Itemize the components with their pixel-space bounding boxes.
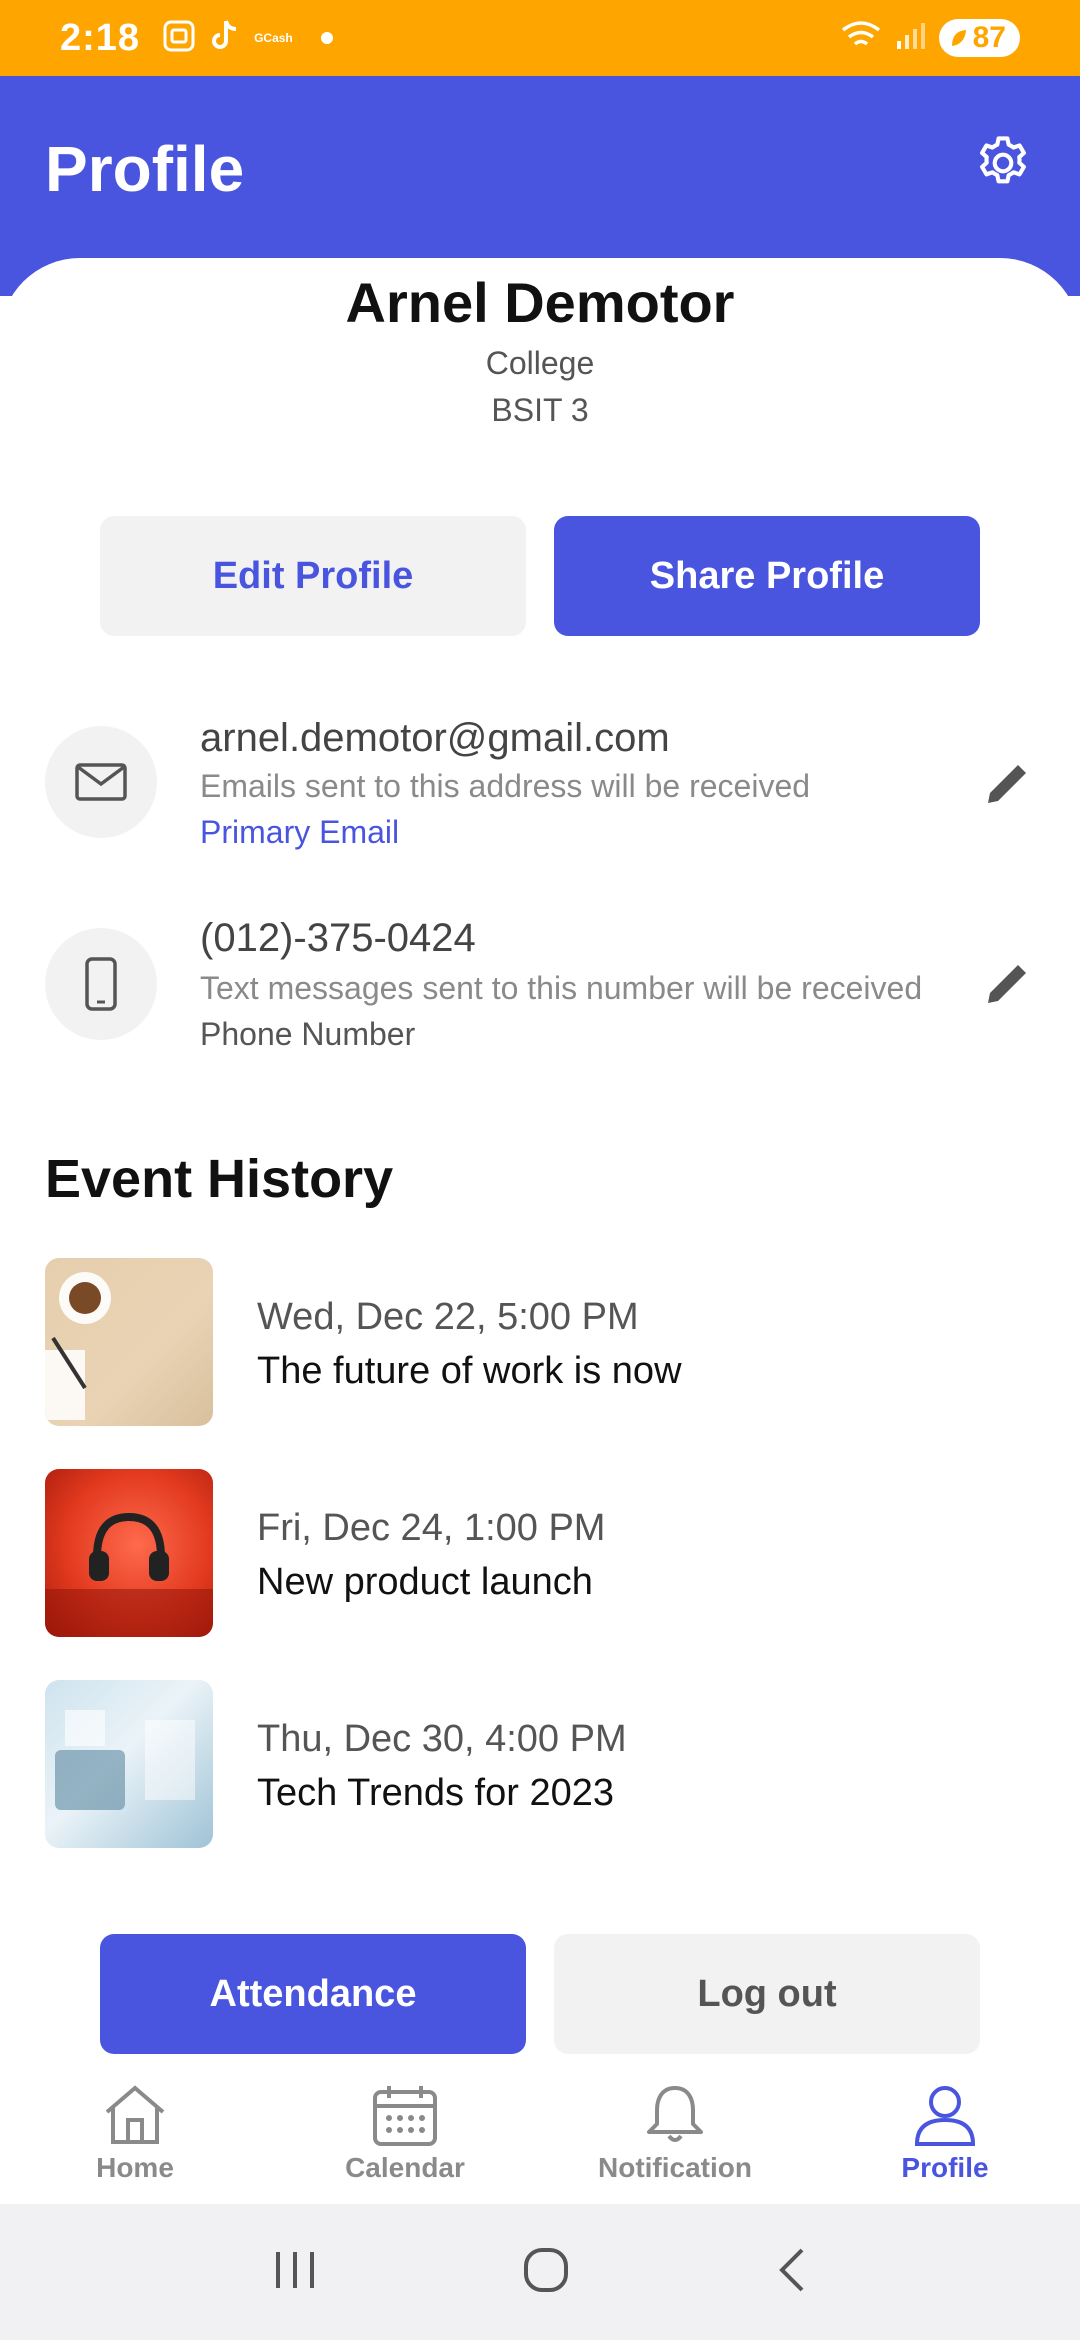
mail-icon <box>45 726 157 838</box>
event-item[interactable]: Wed, Dec 22, 5:00 PM The future of work … <box>0 1258 1080 1428</box>
event-title: Tech Trends for 2023 <box>257 1772 614 1814</box>
event-thumbnail <box>45 1469 213 1637</box>
wifi-icon <box>841 20 881 57</box>
event-item[interactable]: Thu, Dec 30, 4:00 PM Tech Trends for 202… <box>0 1680 1080 1850</box>
email-description: Emails sent to this address will be rece… <box>200 768 811 804</box>
event-item[interactable]: Fri, Dec 24, 1:00 PM New product launch <box>0 1469 1080 1639</box>
user-name: Arnel Demotor <box>345 271 735 334</box>
nav-label: Notification <box>598 2152 752 2183</box>
event-date: Wed, Dec 22, 5:00 PM <box>257 1296 639 1338</box>
nav-home[interactable]: Home <box>0 2068 270 2204</box>
tiktok-icon <box>210 19 240 58</box>
battery-indicator: 87 <box>938 19 1020 57</box>
gcash-icon: GCash <box>254 31 293 45</box>
email-tag: Primary Email <box>200 814 400 850</box>
status-time: 2:18 <box>60 16 141 59</box>
email-row: arnel.demotor@gmail.com Emails sent to t… <box>0 700 1080 870</box>
gear-icon <box>980 136 1026 184</box>
settings-button[interactable] <box>970 130 1036 196</box>
calendar-icon <box>373 2086 437 2146</box>
user-course: BSIT 3 <box>491 392 589 428</box>
edit-email-button[interactable] <box>979 756 1035 812</box>
nav-profile[interactable]: Profile <box>810 2068 1080 2204</box>
system-nav-bar <box>0 2204 1080 2340</box>
signal-icon <box>895 21 925 56</box>
notification-dot-icon <box>320 32 333 44</box>
event-thumbnail <box>45 1680 213 1848</box>
home-system-button[interactable] <box>522 2246 570 2299</box>
event-date: Fri, Dec 24, 1:00 PM <box>257 1507 606 1549</box>
home-circle-icon <box>524 2247 568 2292</box>
nav-label: Profile <box>901 2152 989 2183</box>
phone-description: Text messages sent to this number will b… <box>200 970 923 1006</box>
phone-value: (012)-375-0424 <box>200 916 476 960</box>
pencil-icon <box>988 765 1026 803</box>
status-app-icons: GCash <box>162 19 333 58</box>
nav-label: Home <box>96 2152 174 2183</box>
bell-icon <box>647 2086 703 2142</box>
logout-button[interactable]: Log out <box>554 1934 980 2054</box>
user-level: College <box>485 345 595 381</box>
pencil-icon <box>988 965 1026 1003</box>
attendance-button[interactable]: Attendance <box>100 1934 526 2054</box>
event-history-title: Event History <box>45 1149 394 1209</box>
status-right: 87 <box>841 19 1020 57</box>
home-icon <box>105 2085 165 2144</box>
nav-calendar[interactable]: Calendar <box>270 2068 540 2204</box>
email-value: arnel.demotor@gmail.com <box>200 716 670 760</box>
phone-row: (012)-375-0424 Text messages sent to thi… <box>0 902 1080 1072</box>
event-title: The future of work is now <box>257 1350 682 1392</box>
status-bar: 2:18 GCash 87 <box>0 0 1080 76</box>
event-date: Thu, Dec 30, 4:00 PM <box>257 1718 627 1760</box>
share-profile-button[interactable]: Share Profile <box>554 516 980 636</box>
battery-level: 87 <box>972 21 1006 54</box>
edit-profile-button[interactable]: Edit Profile <box>100 516 526 636</box>
edit-phone-button[interactable] <box>979 956 1035 1012</box>
nav-notification[interactable]: Notification <box>540 2068 810 2204</box>
page-title: Profile <box>45 133 245 205</box>
phone-icon <box>45 928 157 1040</box>
event-thumbnail <box>45 1258 213 1426</box>
back-chevron-icon <box>779 2248 804 2291</box>
leaf-icon <box>951 30 966 46</box>
recent-apps-button[interactable] <box>272 2250 318 2295</box>
event-title: New product launch <box>257 1561 593 1603</box>
back-button[interactable] <box>774 2246 808 2299</box>
user-icon <box>914 2086 976 2146</box>
bottom-nav: Home Calendar Notification Profile <box>0 2068 1080 2204</box>
nav-label: Calendar <box>345 2152 465 2183</box>
recent-apps-icon <box>276 2251 314 2288</box>
screenshot-icon <box>162 19 196 58</box>
phone-tag: Phone Number <box>200 1016 416 1052</box>
